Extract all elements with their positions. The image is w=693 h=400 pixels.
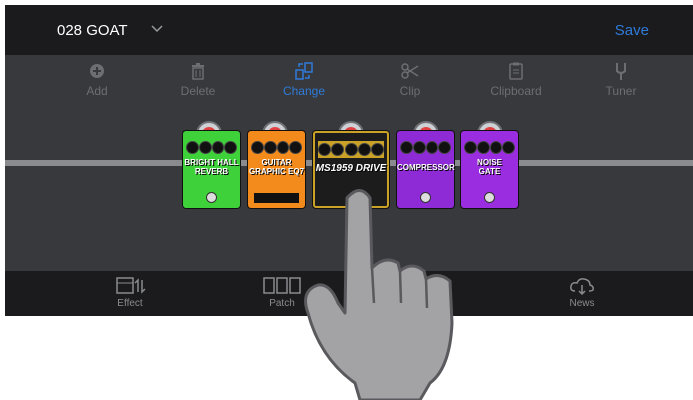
pedal-guitar-graphic-eq7[interactable]: GUITAR GRAPHIC EQ7 (248, 131, 305, 208)
delete-button[interactable]: Delete (153, 61, 243, 98)
clipboard-icon (509, 62, 523, 80)
bottom-tab-label: Effect (117, 298, 143, 309)
pedal-label: GUITAR GRAPHIC EQ7 (248, 158, 305, 176)
tuner-label: Tuner (605, 84, 637, 98)
pedal-label: BRIGHT HALL REVERB (184, 158, 239, 176)
delete-label: Delete (180, 84, 216, 98)
footswitch[interactable] (206, 192, 217, 203)
cloud-download-icon (570, 278, 594, 296)
bottom-tab-news[interactable]: News (537, 276, 627, 309)
clip-label: Clip (399, 84, 421, 98)
edit-toolbar: Add Delete Change Clip Clipboard Tuner (5, 55, 693, 105)
scissors-icon (401, 63, 419, 79)
pointing-hand-overlay (304, 189, 454, 400)
eq-display (254, 193, 299, 203)
footswitch[interactable] (484, 192, 495, 203)
clipboard-button[interactable]: Clipboard (471, 61, 561, 98)
add-label: Add (86, 84, 108, 98)
tuner-fork-icon (616, 63, 626, 80)
pedal-bright-hall-reverb[interactable]: BRIGHT HALL REVERB (183, 131, 240, 208)
bottom-tab-label: Patch (269, 298, 295, 309)
trash-icon (192, 63, 204, 80)
top-bar: 028 GOAT Save (5, 5, 693, 55)
change-icon (295, 62, 313, 80)
clip-button[interactable]: Clip (365, 61, 455, 98)
clipboard-label: Clipboard (490, 84, 542, 98)
effect-icon (116, 277, 146, 294)
chevron-down-icon[interactable] (151, 25, 163, 33)
bottom-tab-effect[interactable]: Effect (85, 276, 175, 309)
pedal-label: NOISE GATE (477, 158, 502, 176)
patch-name-selector[interactable]: 028 GOAT (57, 22, 128, 39)
change-button[interactable]: Change (259, 61, 349, 98)
change-label: Change (282, 84, 326, 98)
pedal-noise-gate[interactable]: NOISE GATE (461, 131, 518, 208)
save-button[interactable]: Save (615, 22, 649, 39)
add-button[interactable]: Add (52, 61, 142, 98)
pedal-label: COMPRESSOR (397, 163, 455, 172)
add-circle-icon (90, 64, 104, 78)
bottom-tab-label: News (569, 298, 595, 309)
pedal-label: MS1959 DRIVE (315, 163, 387, 174)
tuner-button[interactable]: Tuner (576, 61, 666, 98)
patch-icon (263, 277, 301, 294)
